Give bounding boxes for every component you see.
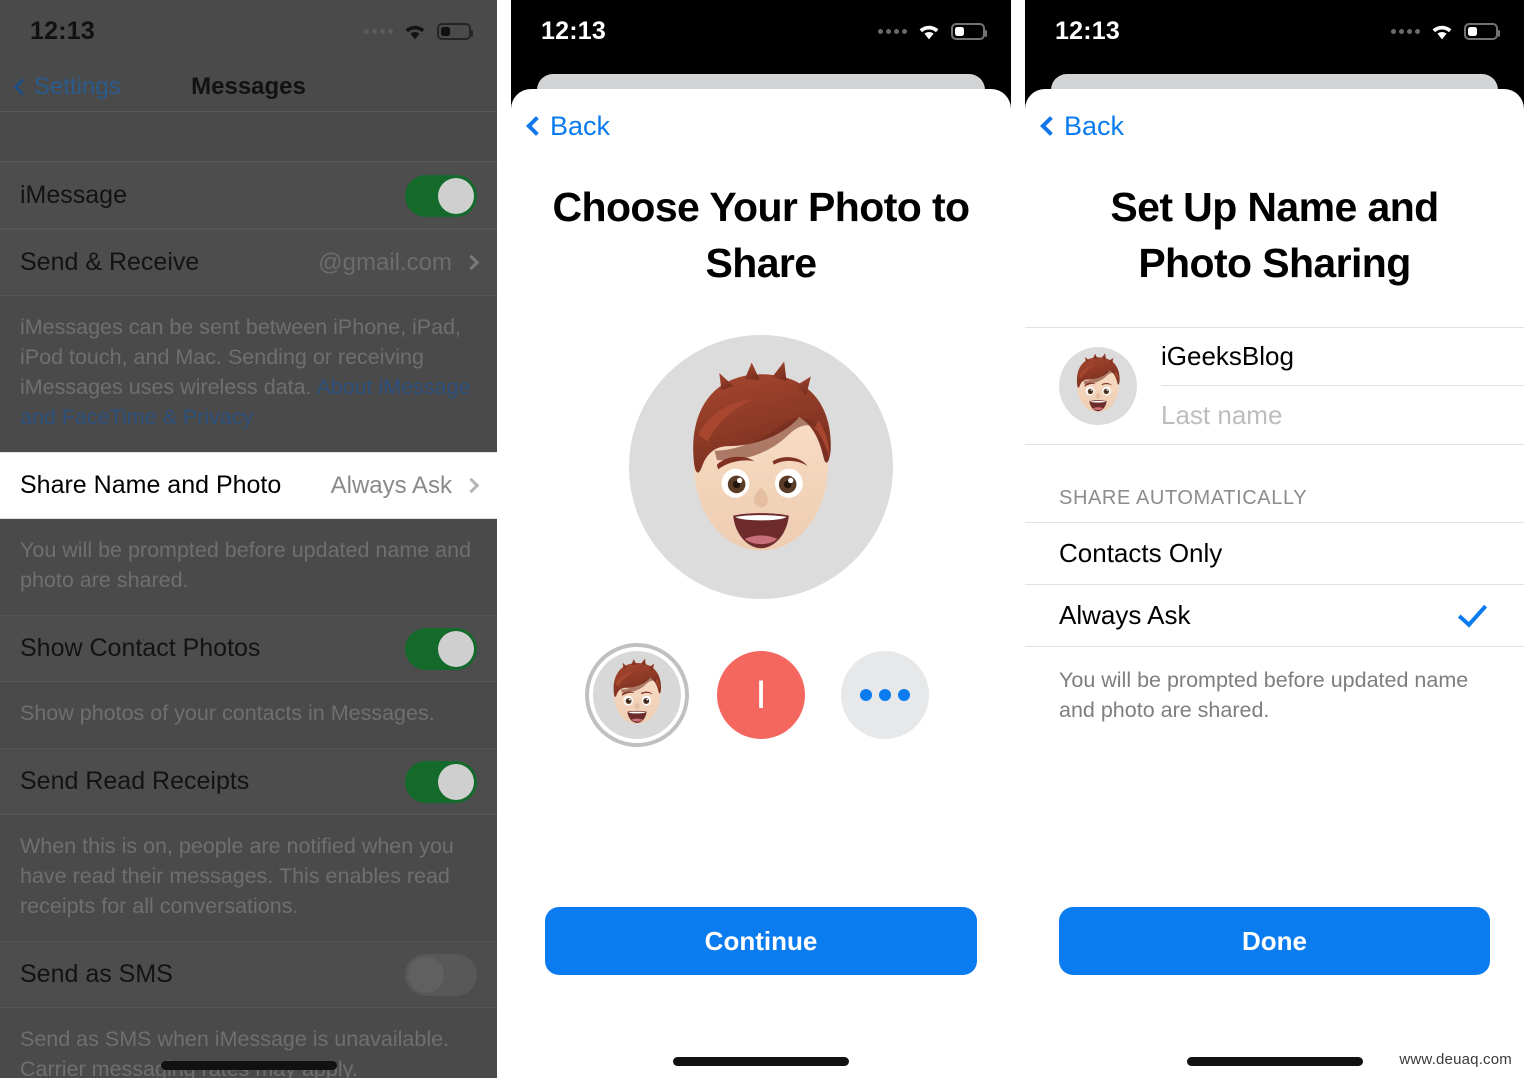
row-share-name-and-photo[interactable]: Share Name and Photo Always Ask — [0, 452, 497, 519]
cta-container: Done — [1025, 907, 1524, 975]
back-button[interactable]: Back — [1040, 110, 1125, 142]
panel-choose-photo: 12:13 Back Choose Your Photo to Share I … — [511, 0, 1011, 1078]
signal-dots-icon — [364, 28, 393, 34]
cta-container: Continue — [511, 907, 1011, 975]
wifi-icon — [402, 22, 428, 41]
note-read-receipts: When this is on, people are notified whe… — [20, 834, 454, 918]
more-options-button[interactable] — [841, 651, 929, 739]
battery-icon — [951, 22, 987, 40]
row-show-contact-photos[interactable]: Show Contact Photos — [0, 615, 497, 682]
ellipsis-icon — [860, 689, 872, 701]
ellipsis-icon — [879, 689, 891, 701]
battery-icon — [437, 22, 473, 40]
ellipsis-icon — [898, 689, 910, 701]
continue-button[interactable]: Continue — [545, 907, 977, 975]
last-name-input[interactable]: Last name — [1161, 386, 1524, 444]
status-bar-1: 12:13 — [0, 0, 497, 62]
chevron-left-icon — [526, 116, 546, 136]
section-header-share-automatically: SHARE AUTOMATICALLY — [1059, 487, 1308, 509]
send-read-receipts-toggle[interactable] — [405, 760, 477, 803]
avatar-preview-wrap — [511, 335, 1011, 599]
chevron-right-icon — [463, 254, 480, 271]
row-label: Send Read Receipts — [20, 767, 250, 795]
chevron-right-icon — [463, 477, 480, 494]
watermark: www.deuaq.com — [1399, 1051, 1512, 1068]
back-label: Settings — [34, 72, 121, 100]
back-label: Back — [1064, 110, 1125, 141]
note-contact-photos: Show photos of your contacts in Messages… — [20, 701, 435, 725]
wifi-icon — [1429, 22, 1455, 41]
memoji-option[interactable] — [593, 651, 681, 739]
panel-settings-messages: 12:13 Settings Messages iMessage Send & … — [0, 0, 497, 1078]
panel-gap-1 — [497, 0, 511, 1078]
sheet-title: Set Up Name and Photo Sharing — [1110, 184, 1439, 286]
option-label: Contacts Only — [1059, 538, 1223, 568]
name-row: iGeeksBlog Last name — [1025, 328, 1524, 444]
note-imessage: iMessages can be sent between iPhone, iP… — [0, 296, 497, 452]
signal-dots-icon — [1391, 28, 1420, 34]
memoji-avatar-icon[interactable] — [1059, 347, 1137, 425]
navigation-bar: Settings Messages — [0, 62, 497, 112]
three-panel-screenshot: 12:13 Settings Messages iMessage Send & … — [0, 0, 1524, 1078]
send-as-sms-toggle[interactable] — [405, 953, 477, 996]
choose-photo-sheet: Back Choose Your Photo to Share I Contin… — [511, 89, 1011, 1078]
monogram-letter: I — [755, 673, 767, 717]
row-label: Share Name and Photo — [20, 471, 282, 499]
wifi-icon — [916, 22, 942, 41]
chevron-left-icon — [13, 78, 31, 95]
row-send-receive[interactable]: Send & Receive @gmail.com — [0, 229, 497, 296]
checkmark-icon — [1457, 597, 1488, 628]
memoji-avatar-icon — [629, 335, 893, 599]
first-name-input[interactable]: iGeeksBlog — [1161, 328, 1524, 386]
setup-name-photo-sheet: Back Set Up Name and Photo Sharing iGeek… — [1025, 89, 1524, 1078]
note-share-name-photo: You will be prompted before updated name… — [20, 538, 472, 592]
name-entry-card: iGeeksBlog Last name — [1025, 327, 1524, 445]
option-always-ask[interactable]: Always Ask — [1025, 585, 1524, 647]
status-bar-2: 12:13 — [511, 0, 1011, 62]
row-label: Send as SMS — [20, 960, 173, 988]
done-button[interactable]: Done — [1059, 907, 1490, 975]
imessage-toggle[interactable] — [405, 174, 477, 217]
option-note: You will be prompted before updated name… — [1059, 668, 1469, 722]
top-gap — [0, 112, 497, 162]
row-send-read-receipts[interactable]: Send Read Receipts — [0, 748, 497, 815]
signal-dots-icon — [878, 28, 907, 34]
option-label: Always Ask — [1059, 600, 1191, 630]
modal-sheet-container: Back Choose Your Photo to Share I Contin… — [511, 62, 1011, 1078]
modal-sheet-container: Back Set Up Name and Photo Sharing iGeek… — [1025, 62, 1524, 1078]
name-fields: iGeeksBlog Last name — [1161, 328, 1524, 444]
status-time: 12:13 — [30, 16, 95, 45]
row-value: @gmail.com — [318, 248, 452, 276]
monogram-option[interactable]: I — [717, 651, 805, 739]
back-label: Back — [550, 110, 611, 141]
status-time: 12:13 — [541, 16, 606, 45]
status-bar-3: 12:13 — [1025, 0, 1524, 62]
home-indicator — [673, 1057, 849, 1066]
settings-screen: Settings Messages iMessage Send & Receiv… — [0, 62, 497, 1078]
panel-setup-name-photo: 12:13 Back Set Up Name and Photo Sharing — [1025, 0, 1524, 1078]
home-indicator — [1186, 1057, 1363, 1066]
row-label: Send & Receive — [20, 248, 200, 276]
option-contacts-only[interactable]: Contacts Only — [1025, 523, 1524, 585]
share-automatically-list: Contacts Only Always Ask — [1025, 522, 1524, 647]
sheet-title: Choose Your Photo to Share — [552, 184, 971, 286]
sheet-navigation: Back — [511, 89, 1011, 163]
row-label: Show Contact Photos — [20, 634, 261, 662]
home-indicator — [160, 1061, 337, 1070]
chevron-left-icon — [1040, 116, 1060, 136]
row-label: iMessage — [20, 181, 127, 209]
sheet-navigation: Back — [1025, 89, 1524, 163]
status-time: 12:13 — [1055, 16, 1120, 45]
back-button[interactable]: Back — [526, 110, 611, 142]
show-contact-photos-toggle[interactable] — [405, 627, 477, 670]
row-value: Always Ask — [330, 471, 452, 499]
battery-icon — [1464, 22, 1500, 40]
row-send-as-sms[interactable]: Send as SMS — [0, 941, 497, 1008]
photo-option-list: I — [511, 651, 1011, 739]
back-to-settings-button[interactable]: Settings — [13, 72, 121, 101]
panel-gap-2 — [1011, 0, 1025, 1078]
row-imessage[interactable]: iMessage — [0, 162, 497, 229]
